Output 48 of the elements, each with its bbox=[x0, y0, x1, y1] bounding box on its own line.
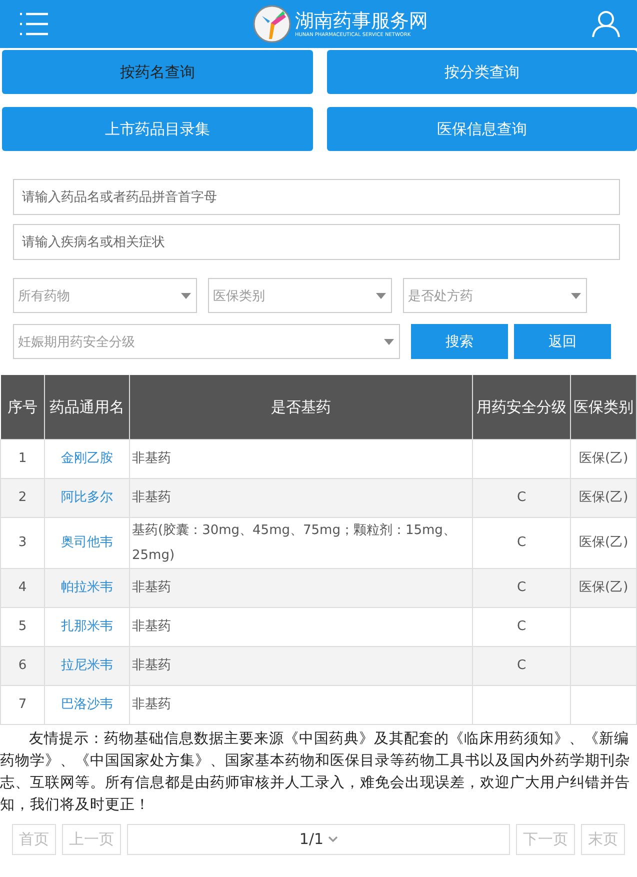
column-header: 是否基药 bbox=[130, 375, 472, 439]
nav-button[interactable]: 上市药品目录集 bbox=[2, 107, 313, 151]
site-title: 湖南药事服务网 bbox=[295, 10, 428, 32]
table-cell: 非基药 bbox=[132, 580, 171, 595]
page-select[interactable]: 1/1 bbox=[127, 824, 510, 854]
table-cell: C bbox=[516, 535, 526, 550]
table-cell: 医保(乙) bbox=[579, 490, 628, 505]
table-cell: 6 bbox=[18, 658, 27, 673]
column-header: 医保类别 bbox=[570, 375, 636, 439]
drug-link[interactable]: 奥司他韦 bbox=[61, 535, 113, 550]
user-icon[interactable] bbox=[592, 10, 620, 38]
search-button[interactable]: 搜索 bbox=[411, 324, 508, 359]
drug-name-field[interactable]: 请输入药品名或者药品拼音首字母 bbox=[13, 179, 620, 215]
logo-icon bbox=[253, 5, 291, 43]
chevron-down-icon bbox=[328, 835, 338, 843]
nav-button[interactable]: 医保信息查询 bbox=[327, 107, 637, 151]
nav-button[interactable]: 按药名查询 bbox=[2, 50, 313, 94]
table-cell: 3 bbox=[18, 535, 27, 550]
table-cell: 医保(乙) bbox=[579, 451, 628, 466]
table-cell: 医保(乙) bbox=[579, 535, 628, 550]
filter-dropdown[interactable]: 妊娠期用药安全分级 bbox=[13, 324, 400, 359]
filter-dropdown[interactable]: 所有药物 bbox=[13, 278, 197, 313]
disease-field[interactable]: 请输入疾病名或相关症状 bbox=[13, 224, 620, 260]
table-cell: 非基药 bbox=[132, 490, 171, 505]
column-header: 药品通用名 bbox=[44, 375, 130, 439]
table-cell: 非基药 bbox=[132, 697, 171, 712]
table-cell: 医保(乙) bbox=[579, 580, 628, 595]
table-cell: C bbox=[516, 580, 526, 595]
filter-dropdown[interactable]: 医保类别 bbox=[208, 278, 392, 313]
table-cell: 1 bbox=[18, 451, 27, 466]
menu-icon[interactable] bbox=[19, 11, 49, 37]
table-cell: 7 bbox=[18, 697, 27, 712]
table-cell: 基药(胶囊：30mg、45mg、75mg；颗粒剂：15mg、25mg) bbox=[132, 522, 456, 562]
table-cell: C bbox=[516, 490, 526, 505]
table-cell: 非基药 bbox=[132, 451, 171, 466]
column-header: 序号 bbox=[0, 375, 44, 439]
table-cell: C bbox=[516, 619, 526, 634]
column-header: 用药安全分级 bbox=[472, 375, 570, 439]
table-cell: 5 bbox=[18, 619, 27, 634]
notice-text: 友情提示：药物基础信息数据主要来源《中国药典》及其配套的《临床用药须知》、《新编药物学》、《中国国家处方集》、国家基本药物和医保目录等药物工具书以及国内外药学期刊杂志、互联网等。所有信息都是由药师审核并人工录入，难免会出现误差，欢迎广大用户纠错并告知，我们将及时更正！ bbox=[0, 730, 631, 814]
table-cell: 2 bbox=[18, 490, 27, 505]
table-cell: 非基药 bbox=[132, 658, 171, 673]
table-cell: 非基药 bbox=[132, 619, 171, 634]
back-button[interactable]: 返回 bbox=[514, 324, 611, 359]
table-cell: C bbox=[516, 658, 526, 673]
filter-dropdown[interactable]: 是否处方药 bbox=[403, 278, 587, 313]
table-cell: 4 bbox=[18, 580, 27, 595]
nav-button[interactable]: 按分类查询 bbox=[327, 50, 637, 94]
